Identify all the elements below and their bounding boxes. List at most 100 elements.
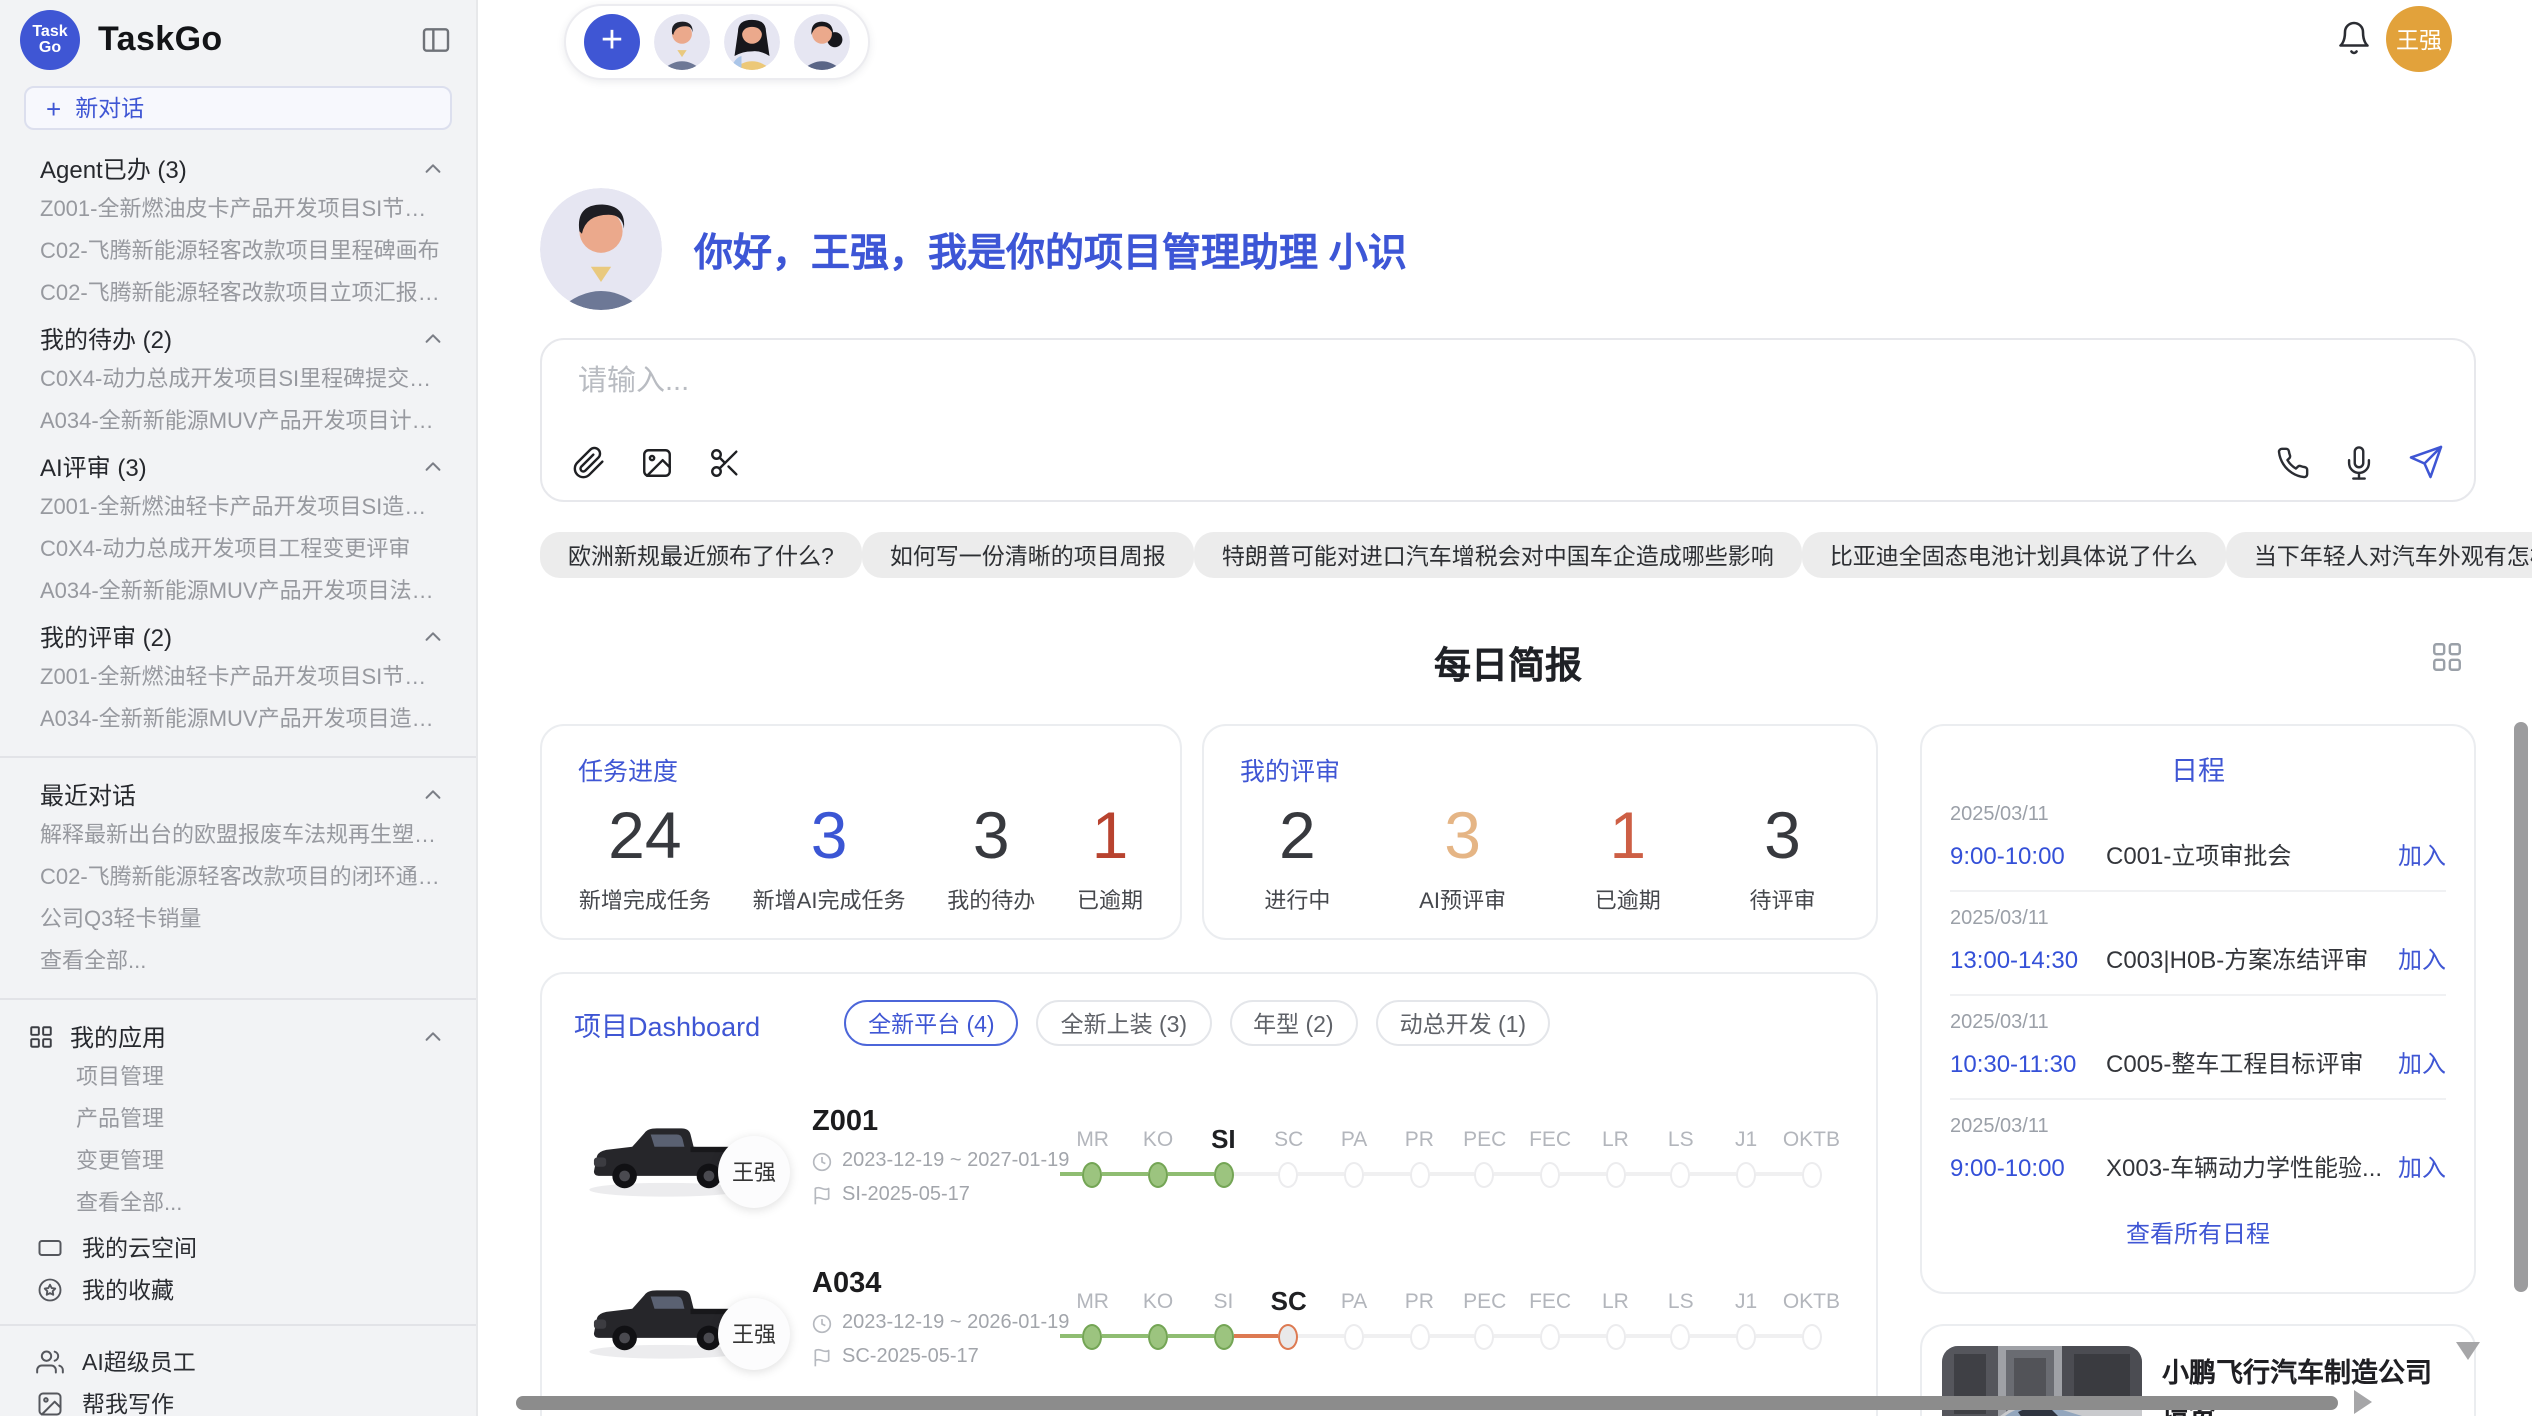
project-code: A034: [812, 1268, 1048, 1300]
sidebar-section-header[interactable]: AI评审 (3): [0, 444, 476, 488]
sidebar-task-item[interactable]: C02-飞腾新能源轻客改款项目里程碑画布: [0, 232, 476, 274]
sidebar-section-recent[interactable]: 最近对话: [0, 772, 476, 816]
horizontal-scrollbar[interactable]: [516, 1396, 2338, 1410]
view-all-schedule-link[interactable]: 查看所有日程: [1950, 1216, 2446, 1250]
app-item[interactable]: 产品管理: [0, 1100, 476, 1142]
scroll-down-arrow[interactable]: [2456, 1342, 2480, 1360]
project-flag: SC-2025-05-17: [812, 1346, 1048, 1368]
dashboard-tab[interactable]: 全新上装 (3): [1037, 1000, 1212, 1046]
sidebar-task-item[interactable]: A034-全新新能源MUV产品开发项目造型可行性评审: [0, 700, 476, 742]
sidebar-item-cloud-space[interactable]: 我的云空间: [0, 1226, 476, 1268]
send-icon[interactable]: [2408, 444, 2444, 480]
view-all-apps-link[interactable]: 查看全部...: [0, 1184, 476, 1226]
recent-chat-item[interactable]: 公司Q3轻卡销量: [0, 900, 476, 942]
sidebar-task-item[interactable]: C02-飞腾新能源轻客改款项目立项汇报方案: [0, 274, 476, 316]
join-meeting-link[interactable]: 加入: [2398, 1046, 2446, 1080]
recent-chat-item[interactable]: C02-飞腾新能源轻客改款项目的闭环通告反馈情况: [0, 858, 476, 900]
sidebar-task-item[interactable]: C0X4-动力总成开发项目SI里程碑提交物检查: [0, 360, 476, 402]
sidebar-section-header[interactable]: Agent已办 (3): [0, 146, 476, 190]
new-chat-button[interactable]: + 新对话: [24, 86, 452, 130]
image-upload-icon[interactable]: [640, 446, 674, 480]
join-meeting-link[interactable]: 加入: [2398, 838, 2446, 872]
sidebar-item-star-badge[interactable]: 我的收藏: [0, 1268, 476, 1310]
schedule-date: 2025/03/11: [1950, 908, 2446, 930]
dashboard-tab[interactable]: 全新平台 (4): [844, 1000, 1019, 1046]
voice-call-icon[interactable]: [2276, 445, 2310, 479]
milestone-dot: [1213, 1161, 1233, 1187]
project-row[interactable]: 王强Z0012023-12-19 ~ 2027-01-19SI-2025-05-…: [574, 1080, 1844, 1232]
milestone-label: SC: [1256, 1286, 1321, 1318]
scroll-right-arrow[interactable]: [2354, 1390, 2372, 1414]
topbar: + 王强: [540, 0, 2476, 80]
briefing-right-column: 日程 2025/03/119:00-10:00C001-立项审批会加入2025/…: [1920, 724, 2476, 1416]
sidebar-task-item[interactable]: Z001-全新燃油轻卡产品开发项目SI节点属性5D文件评审: [0, 658, 476, 700]
section-title: 我的应用: [70, 1019, 166, 1053]
user-avatar[interactable]: 王强: [2386, 6, 2452, 72]
sidebar-task-item[interactable]: Z001-全新燃油轻卡产品开发项目SI造型提交物评审: [0, 488, 476, 530]
app-item[interactable]: 项目管理: [0, 1058, 476, 1100]
milestone-label: OKTB: [1779, 1286, 1844, 1318]
add-agent-button[interactable]: +: [584, 14, 640, 70]
suggestion-chip[interactable]: 欧洲新规最近颁布了什么?: [540, 532, 862, 578]
schedule-time: 9:00-10:00: [1950, 841, 2106, 869]
join-meeting-link[interactable]: 加入: [2398, 1150, 2446, 1184]
milestone-dot: [1540, 1323, 1560, 1349]
agent-avatar[interactable]: [654, 14, 710, 70]
milestone-dot: [1409, 1161, 1429, 1187]
stat-card-title: 我的评审: [1240, 750, 1860, 788]
milestone-label: MR: [1060, 1286, 1125, 1318]
chevron-up-icon: [422, 1025, 444, 1047]
milestone-label: MR: [1060, 1124, 1125, 1156]
screenshot-scissors-icon[interactable]: [708, 446, 742, 480]
dashboard-tab[interactable]: 动总开发 (1): [1376, 1000, 1551, 1046]
suggestion-chip[interactable]: 特朗普可能对进口汽车增税会对中国车企造成哪些影响: [1194, 532, 1802, 578]
sidebar-section-apps[interactable]: 我的应用: [0, 1014, 476, 1058]
suggestion-chip[interactable]: 当下年轻人对汽车外观有怎样的喜好趋势: [2226, 532, 2532, 578]
sidebar-task-item[interactable]: A034-全新新能源MUV产品开发项目计划变更表编写: [0, 402, 476, 444]
star-badge-icon: [36, 1275, 64, 1303]
milestone-dot: [1148, 1161, 1168, 1187]
chat-composer: [540, 338, 2476, 502]
sidebar-link-label: 我的收藏: [82, 1273, 174, 1305]
project-row[interactable]: 王强A0342023-12-19 ~ 2026-01-19SC-2025-05-…: [574, 1242, 1844, 1394]
stat-value: 3: [753, 800, 906, 872]
schedule-time: 10:30-11:30: [1950, 1049, 2106, 1077]
milestone-KO: KO: [1125, 1286, 1190, 1350]
sidebar-task-item[interactable]: Z001-全新燃油皮卡产品开发项目SI节点Lesson Learn报告: [0, 190, 476, 232]
milestone-dot: [1409, 1323, 1429, 1349]
stat-label: 新增完成任务: [579, 884, 711, 916]
owner-badge: 王强: [718, 1298, 790, 1370]
join-meeting-link[interactable]: 加入: [2398, 942, 2446, 976]
suggestion-chip[interactable]: 比亚迪全固态电池计划具体说了什么: [1802, 532, 2226, 578]
sidebar-section-header[interactable]: 我的评审 (2): [0, 614, 476, 658]
stat-label: 我的待办: [947, 884, 1035, 916]
view-all-recent-link[interactable]: 查看全部...: [0, 942, 476, 984]
sidebar-tool-item[interactable]: 帮我写作: [0, 1382, 476, 1416]
milestone-label: J1: [1713, 1124, 1778, 1156]
microphone-icon[interactable]: [2342, 445, 2376, 479]
milestone-dot: [1279, 1161, 1299, 1187]
collapse-sidebar-icon[interactable]: [420, 24, 452, 56]
sidebar-task-item[interactable]: C0X4-动力总成开发项目工程变更评审: [0, 530, 476, 572]
agent-avatar[interactable]: [794, 14, 850, 70]
app-logo: Task Go: [20, 10, 80, 70]
dashboard-tab[interactable]: 年型 (2): [1229, 1000, 1358, 1046]
attachment-icon[interactable]: [572, 446, 606, 480]
suggestion-chip[interactable]: 如何写一份清晰的项目周报: [862, 532, 1194, 578]
recent-chat-item[interactable]: 解释最新出台的欧盟报废车法规再生塑料比例被调至15%...: [0, 816, 476, 858]
vertical-scrollbar[interactable]: [2514, 722, 2528, 1292]
sidebar-task-item[interactable]: A034-全新新能源MUV产品开发项目法规符合性评审: [0, 572, 476, 614]
sidebar-tool-item[interactable]: AI超级员工: [0, 1340, 476, 1382]
app-item[interactable]: 变更管理: [0, 1142, 476, 1184]
milestone-dot: [1083, 1161, 1103, 1187]
stat-value: 3: [1750, 800, 1816, 872]
daily-briefing-title: 每日简报: [1434, 644, 1582, 686]
layout-grid-icon[interactable]: [2430, 640, 2464, 674]
sidebar-section-header[interactable]: 我的待办 (2): [0, 316, 476, 360]
chat-input[interactable]: [574, 364, 1934, 400]
briefing-left-column: 任务进度24新增完成任务3新增AI完成任务3我的待办1已逾期我的评审2进行中3A…: [540, 724, 1878, 1416]
notification-bell-icon[interactable]: [2336, 20, 2372, 56]
agent-avatar[interactable]: [724, 14, 780, 70]
milestone-FEC: FEC: [1517, 1124, 1582, 1188]
stat: 3新增AI完成任务: [753, 800, 906, 916]
